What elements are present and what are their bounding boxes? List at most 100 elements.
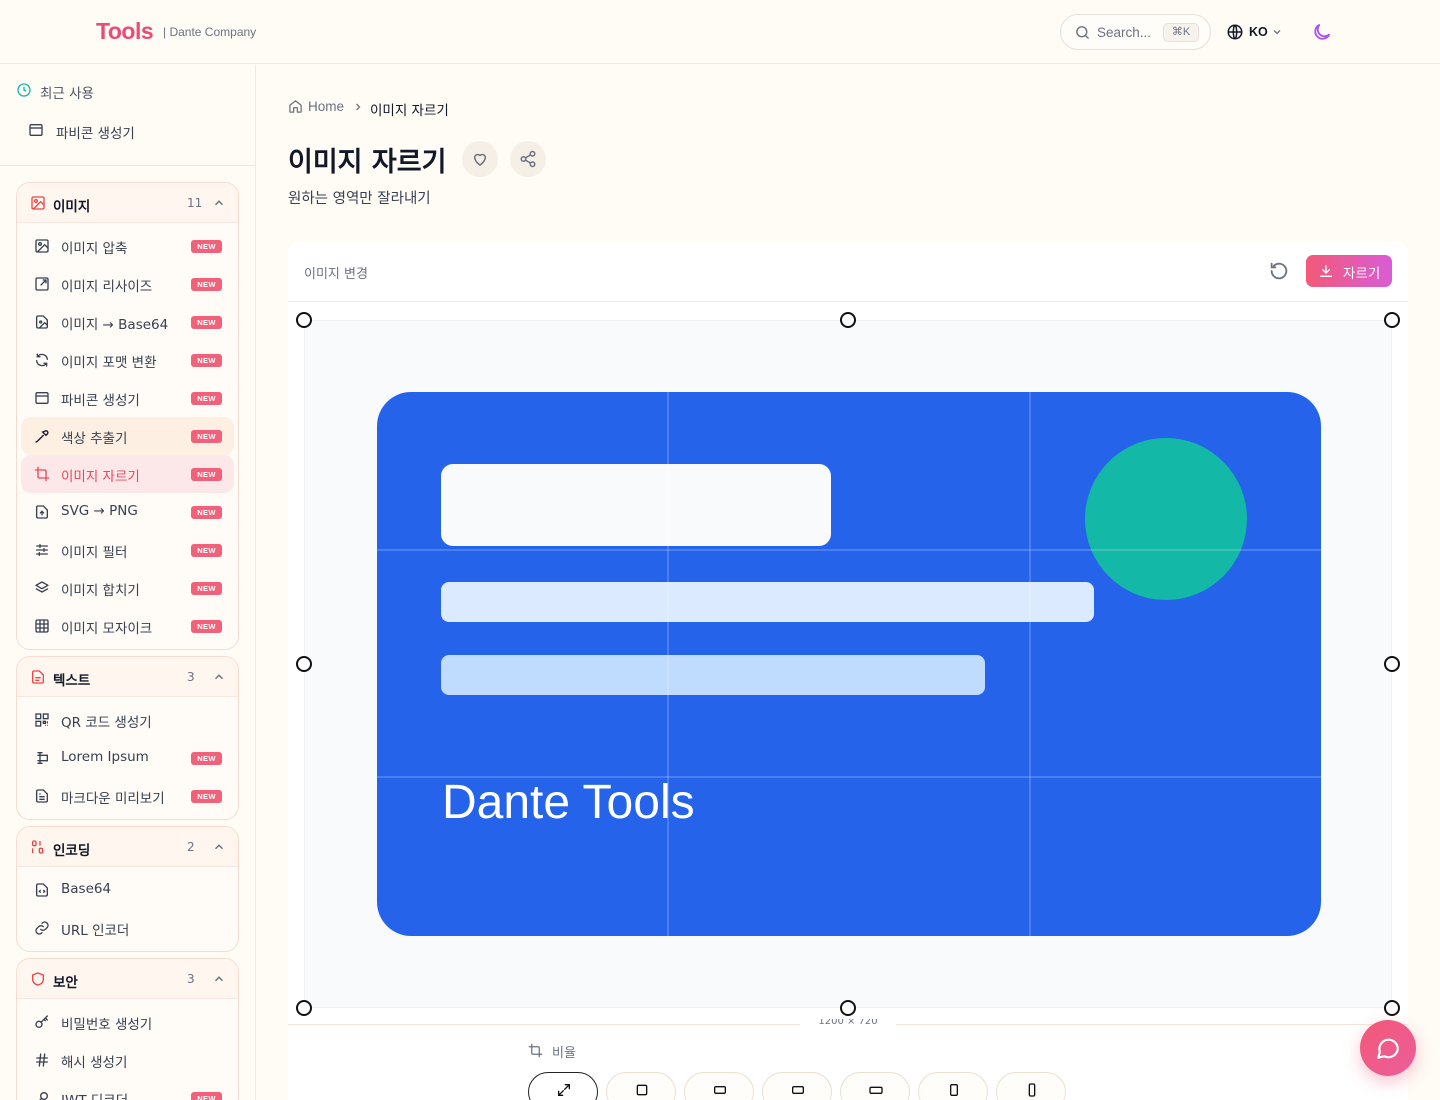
crop-handle-top-left[interactable] [296,312,312,328]
sidebar-item-svg-png[interactable]: SVG → PNG NEW [21,493,234,531]
category-encoding: 인코딩 2 Base64 URL 인코더 [16,826,239,952]
grid-icon [35,619,49,633]
crop-handle-top-right[interactable] [1384,312,1400,328]
crop-handle-bottom-left[interactable] [296,1000,312,1016]
crop-handle-bottom[interactable] [840,1000,856,1016]
logo[interactable]: Tools [96,18,154,45]
sidebar-item-label: Base64 [61,881,112,897]
ratio-free-button[interactable] [528,1072,598,1100]
new-badge: NEW [191,790,222,803]
ratio-landscape-wide-button[interactable] [762,1072,832,1100]
qr-icon [35,713,49,727]
new-badge: NEW [191,468,222,481]
crop-toolbar: 이미지 변경 자르기 [288,241,1408,302]
sidebar-item-label: SVG → PNG [61,503,138,519]
share-button[interactable] [510,141,546,177]
crop-handle-top[interactable] [840,312,856,328]
ratio-tall-portrait-button[interactable] [996,1072,1066,1100]
ratio-portrait-button[interactable] [918,1072,988,1100]
sidebar-item-label: 이미지 합치기 [61,583,140,599]
moon-icon[interactable] [1311,21,1333,43]
download-icon [1320,265,1332,277]
sidebar-divider [0,165,255,166]
crop-button-label: 자르기 [1343,266,1381,282]
crop-handle-bottom-right[interactable] [1384,1000,1400,1016]
sidebar-item-image-filter[interactable]: 이미지 필터 NEW [21,531,234,569]
sidebar-item-format-convert[interactable]: 이미지 포맷 변환 NEW [21,341,234,379]
search-icon [1076,26,1089,39]
pipette-icon [35,430,49,443]
sidebar-item-color-extract[interactable]: 색상 추출기 NEW [21,417,234,455]
preview-text: Dante Tools [442,776,695,829]
sidebar-item-image-base64[interactable]: 이미지 → Base64 NEW [21,303,234,341]
sidebar-item-password[interactable]: 비밀번호 생성기 [21,1003,234,1041]
hash-icon [36,1053,48,1067]
language-label: KO [1249,25,1268,39]
sidebar-item-label: QR 코드 생성기 [61,715,152,731]
new-badge: NEW [191,430,222,443]
sidebar-item-lorem[interactable]: Lorem Ipsum NEW [21,739,234,777]
reset-icon[interactable] [1268,260,1290,282]
sidebar-item-image-compress[interactable]: 이미지 압축 NEW [21,227,234,265]
crop-icon [34,466,50,482]
sidebar-item-image-merge[interactable]: 이미지 합치기 NEW [21,569,234,607]
search-box[interactable]: Search... ⌘K [1060,14,1211,50]
preview-bar [441,655,985,695]
chevron-down-icon [1273,30,1281,35]
sidebar-item-favicon[interactable]: 파비콘 생성기 NEW [21,379,234,417]
layers-icon [35,581,49,593]
globe-icon [1227,24,1243,40]
category-security: 보안 3 비밀번호 생성기 해시 생성기 JWT 디코더 NEW [16,958,239,1100]
aspect-ratio-section: 1200 × 720 비율 [288,1019,1408,1100]
ratio-widescreen-button[interactable] [840,1072,910,1100]
sidebar-item-image-crop[interactable]: 이미지 자르기 NEW [21,455,234,493]
chevron-up-icon [214,976,224,982]
sidebar-item-image-mosaic[interactable]: 이미지 모자이크 NEW [21,607,234,645]
category-title: 이미지 [53,199,91,215]
sidebar-item-label: 이미지 압축 [61,241,128,257]
crop-download-button[interactable]: 자르기 [1306,255,1392,287]
sidebar-item-label: 이미지 필터 [61,545,128,561]
category-header[interactable]: 보안 3 [17,959,238,999]
image-compress-icon [35,239,49,253]
size-readout-text: 1200 × 720 [818,1019,878,1027]
sidebar-item-qr[interactable]: QR 코드 생성기 [21,701,234,739]
refresh-icon [36,353,48,367]
favorite-button[interactable] [462,141,498,177]
category-header[interactable]: 이미지 11 [17,183,238,223]
category-header[interactable]: 텍스트 3 [17,657,238,697]
shield-icon [31,972,44,986]
file-doc-icon [36,789,48,803]
new-badge: NEW [191,240,222,253]
breadcrumb-home[interactable]: Home [308,99,344,114]
new-badge: NEW [191,392,222,405]
landscape-wide-icon [792,1086,804,1094]
size-readout: 1200 × 720 [800,1019,896,1029]
sliders-icon [36,544,48,556]
heart-icon [474,153,486,166]
sidebar-item-base64[interactable]: Base64 [21,871,234,909]
sidebar-item-label: 이미지 모자이크 [61,621,153,637]
crop-area[interactable]: Dante Tools [304,320,1392,1008]
sidebar-item-image-resize[interactable]: 이미지 리사이즈 NEW [21,265,234,303]
chat-button[interactable] [1360,1020,1416,1076]
new-badge: NEW [191,620,222,633]
breadcrumb-current: 이미지 자르기 [370,103,449,119]
crop-handle-left[interactable] [296,656,312,672]
sidebar-item-markdown[interactable]: 마크다운 미리보기 NEW [21,777,234,815]
category-title: 인코딩 [53,843,91,859]
category-count: 11 [187,196,203,210]
share-icon [520,150,536,168]
ratio-square-button[interactable] [606,1072,676,1100]
change-image-button[interactable]: 이미지 변경 [304,263,368,282]
crop-handle-right[interactable] [1384,656,1400,672]
page-title: 이미지 자르기 [288,147,447,178]
sidebar-item-hash[interactable]: 해시 생성기 [21,1041,234,1079]
sidebar-item-url-encoder[interactable]: URL 인코더 [21,909,234,947]
ratio-landscape-button[interactable] [684,1072,754,1100]
ratio-label-text: 비율 [552,1046,576,1061]
sidebar-item-label: Lorem Ipsum [61,749,149,765]
sidebar-item-jwt[interactable]: JWT 디코더 NEW [21,1079,234,1100]
home-icon[interactable] [288,99,303,114]
category-header[interactable]: 인코딩 2 [17,827,238,867]
